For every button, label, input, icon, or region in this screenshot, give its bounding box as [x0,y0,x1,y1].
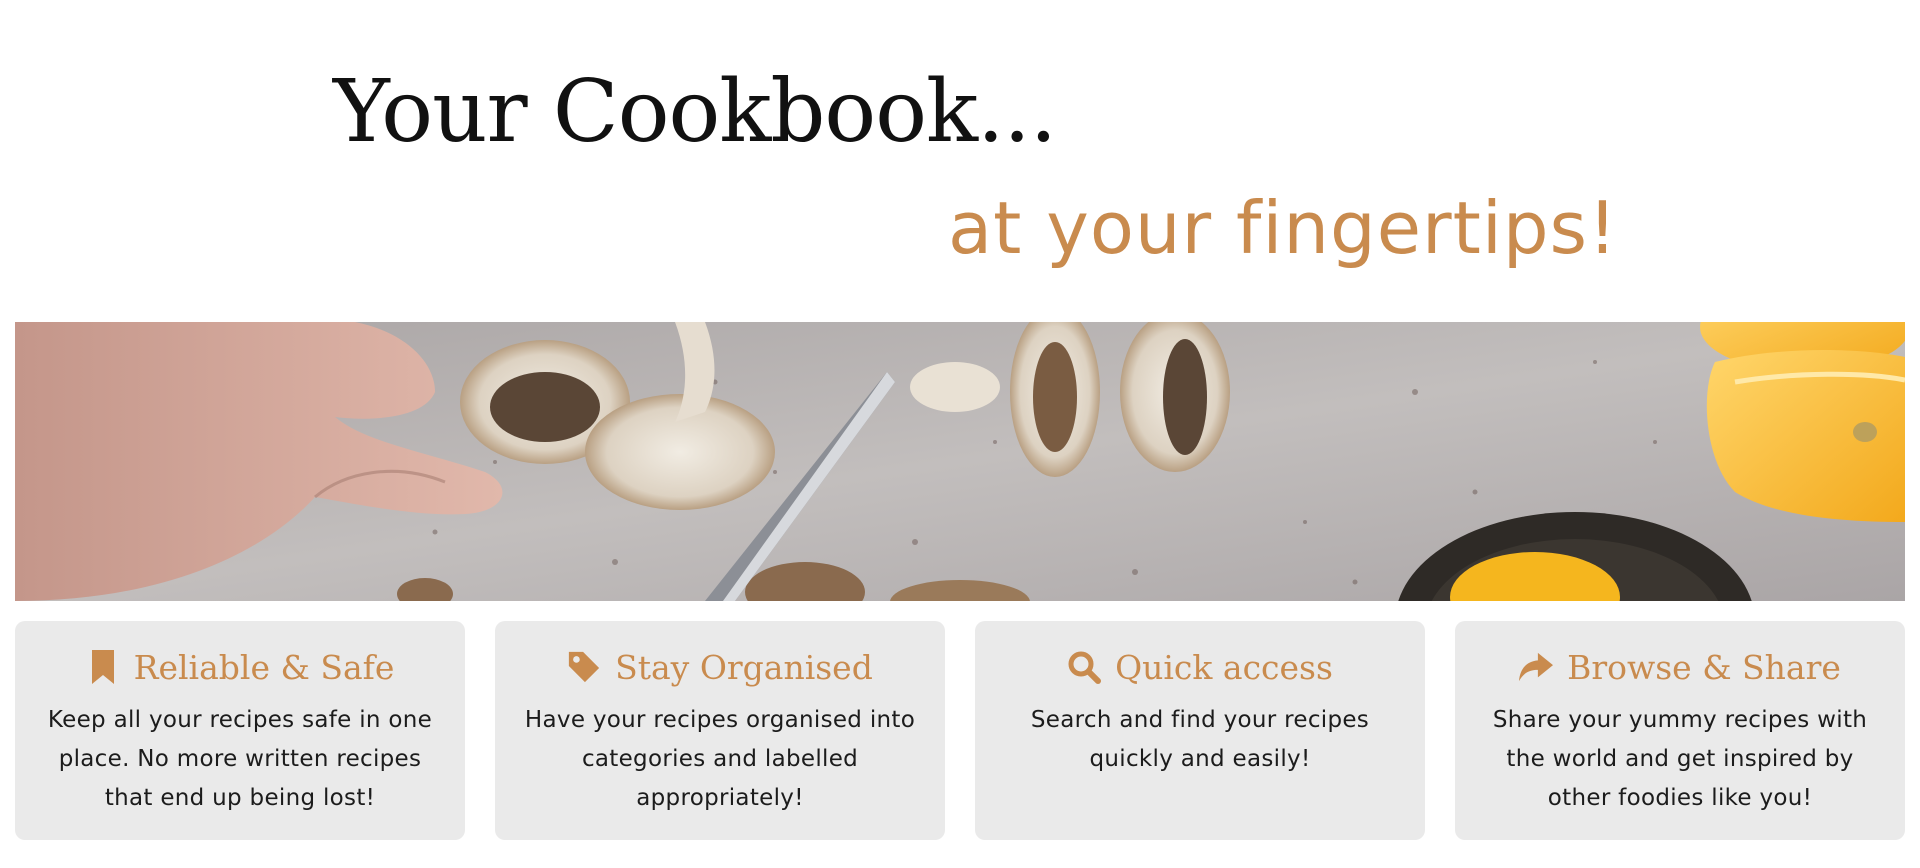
search-icon [1067,650,1102,684]
feature-description: Search and find your recipes quickly and… [1030,707,1370,772]
feature-card-browse-share: Browse & Share Share your yummy recipes … [1455,621,1905,840]
feature-title: Browse & Share [1567,647,1841,687]
share-icon [1519,650,1554,684]
hero-subtitle: at your fingertips! [948,186,1618,270]
feature-card-header: Browse & Share [1455,641,1905,693]
feature-card-reliable: Reliable & Safe Keep all your recipes sa… [15,621,465,840]
feature-card-header: Quick access [975,641,1425,693]
feature-card-header: Stay Organised [495,641,945,693]
tag-icon [567,650,601,684]
feature-description: Share your yummy recipes with the world … [1492,707,1868,811]
feature-title: Quick access [1115,647,1333,687]
banner-image [15,322,1905,601]
feature-card-quick-access: Quick access Search and find your recipe… [975,621,1425,840]
feature-title: Stay Organised [615,647,873,687]
bookmark-icon [86,650,120,684]
feature-title: Reliable & Safe [133,647,395,687]
kitchen-photo [15,322,1905,601]
feature-description: Keep all your recipes safe in one place.… [47,707,433,811]
feature-card-header: Reliable & Safe [15,641,465,693]
feature-card-organised: Stay Organised Have your recipes organis… [495,621,945,840]
feature-description: Have your recipes organised into categor… [524,707,916,811]
hero-title: Your Cookbook... [333,62,1057,162]
